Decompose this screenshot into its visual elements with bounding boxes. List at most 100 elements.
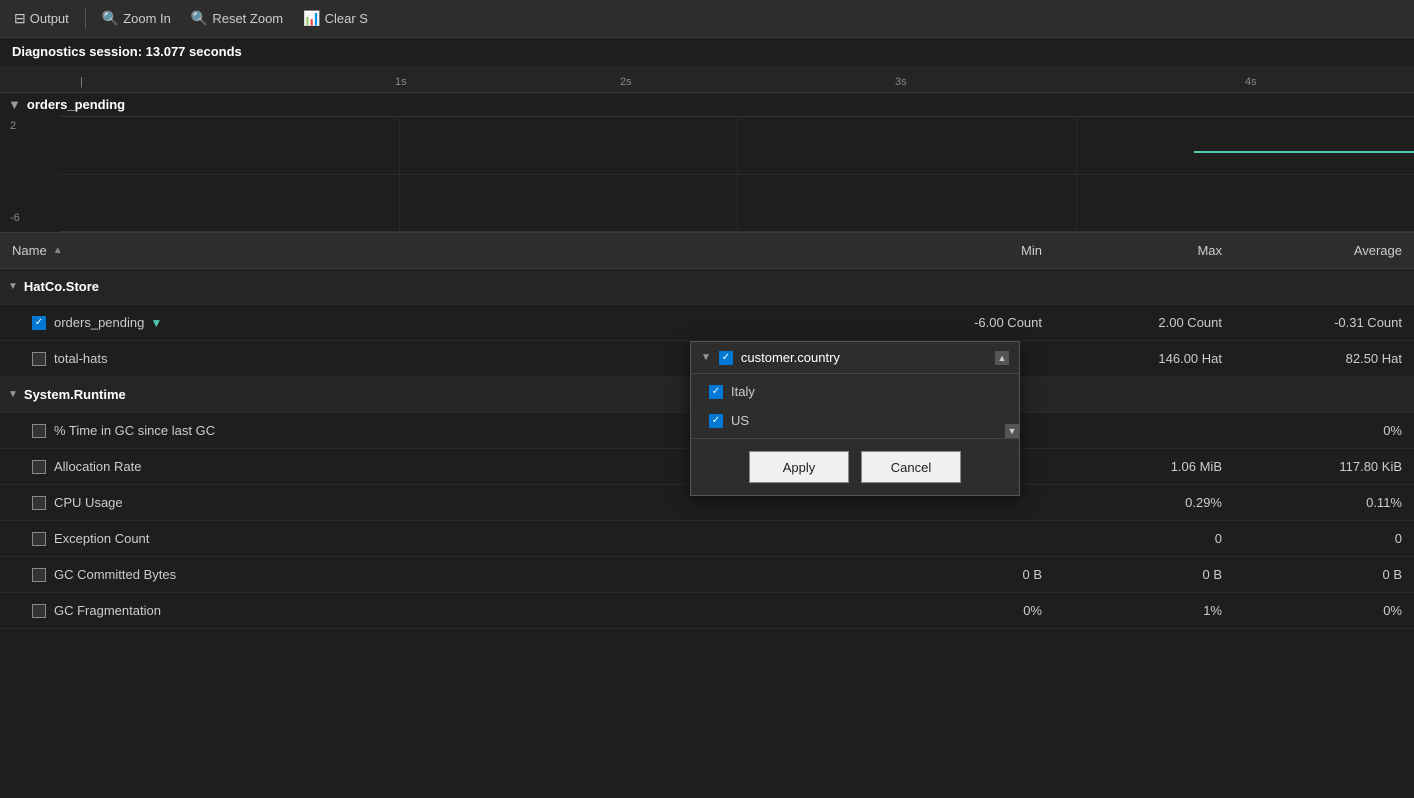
label-italy: Italy: [731, 384, 755, 399]
td-avg-gc-time: 0%: [1234, 423, 1414, 438]
diagnostics-label: Diagnostics session: 13.077 seconds: [0, 38, 1414, 65]
checkbox-gc-committed[interactable]: [32, 568, 46, 582]
group-hatco-triangle: ▼: [8, 281, 18, 292]
grid-vline-3: [1076, 116, 1077, 232]
row-label-cpu-usage: CPU Usage: [54, 495, 123, 510]
checkbox-gc-time[interactable]: [32, 424, 46, 438]
td-avg-gc-committed: 0 B: [1234, 567, 1414, 582]
popup-collapse-icon[interactable]: ▼: [701, 352, 711, 363]
chart-title: orders_pending: [27, 97, 125, 112]
checkbox-cpu-usage[interactable]: [32, 496, 46, 510]
reset-zoom-label: Reset Zoom: [212, 11, 283, 26]
clear-label: Clear S: [325, 11, 368, 26]
td-name-orders-pending: orders_pending ▼: [0, 315, 874, 330]
row-label-alloc-rate: Allocation Rate: [54, 459, 141, 474]
row-label-total-hats: total-hats: [54, 351, 107, 366]
zoom-in-label: Zoom In: [123, 11, 171, 26]
zoom-in-button[interactable]: 🔍 Zoom In: [96, 8, 177, 29]
list-item-us: US: [701, 409, 995, 432]
td-max-gc-committed: 0 B: [1054, 567, 1234, 582]
label-us: US: [731, 413, 749, 428]
clear-icon: 📊: [303, 10, 320, 27]
td-max-cpu-usage: 0.29%: [1054, 495, 1234, 510]
row-label-gc-committed: GC Committed Bytes: [54, 567, 176, 582]
th-min: Min: [874, 243, 1054, 258]
output-icon: ⊟: [14, 10, 26, 27]
tick-4s: 4s: [1245, 76, 1257, 88]
clear-button[interactable]: 📊 Clear S: [297, 8, 374, 29]
td-min-orders-pending: -6.00 Count: [874, 315, 1054, 330]
chart-area: ▼ orders_pending 2 -6: [0, 93, 1414, 233]
output-button[interactable]: ⊟ Output: [8, 8, 75, 29]
scrollbar-down-btn[interactable]: ▼: [1005, 424, 1019, 438]
td-max-alloc-rate: 1.06 MiB: [1054, 459, 1234, 474]
grid-vline-2: [737, 116, 738, 232]
list-item-italy: Italy: [701, 380, 995, 403]
td-name-gc-frag: GC Fragmentation: [0, 603, 874, 618]
toolbar: ⊟ Output 🔍 Zoom In 🔍 Reset Zoom 📊 Clear …: [0, 0, 1414, 38]
td-avg-total-hats: 82.50 Hat: [1234, 351, 1414, 366]
scrollbar-up-btn[interactable]: ▲: [995, 351, 1009, 365]
main-content: Name ▲ Min Max Average ▼ HatCo.Store ord…: [0, 233, 1414, 798]
checkbox-us[interactable]: [709, 414, 723, 428]
chart-data-line: [1194, 151, 1414, 153]
row-label-gc-time: % Time in GC since last GC: [54, 423, 215, 438]
chart-y-top: 2: [10, 120, 16, 132]
tick-2s: 2s: [620, 76, 632, 88]
popup-header: ▼ customer.country ▲: [691, 342, 1019, 374]
reset-zoom-icon: 🔍: [191, 10, 208, 27]
checkbox-exception-count[interactable]: [32, 532, 46, 546]
timeline-start: |: [80, 76, 83, 88]
table-row: GC Fragmentation 0% 1% 0%: [0, 593, 1414, 629]
table-header: Name ▲ Min Max Average: [0, 233, 1414, 269]
chart-header: ▼ orders_pending: [0, 93, 1414, 116]
td-max-gc-frag: 1%: [1054, 603, 1234, 618]
group-system-label: System.Runtime: [24, 387, 126, 402]
th-average: Average: [1234, 243, 1414, 258]
tick-3s: 3s: [895, 76, 907, 88]
checkbox-alloc-rate[interactable]: [32, 460, 46, 474]
separator-1: [85, 9, 86, 29]
td-name-exception-count: Exception Count: [0, 531, 874, 546]
row-label-exception-count: Exception Count: [54, 531, 149, 546]
td-name-cpu-usage: CPU Usage: [0, 495, 874, 510]
td-max-orders-pending: 2.00 Count: [1054, 315, 1234, 330]
filter-icon-orders-pending[interactable]: ▼: [150, 316, 162, 330]
apply-button[interactable]: Apply: [749, 451, 849, 483]
td-avg-orders-pending: -0.31 Count: [1234, 315, 1414, 330]
popup-header-label: customer.country: [741, 350, 840, 365]
th-name: Name ▲: [0, 243, 874, 258]
group-system-triangle: ▼: [8, 389, 18, 400]
group-hatco-label: HatCo.Store: [24, 279, 99, 294]
td-name-gc-committed: GC Committed Bytes: [0, 567, 874, 582]
group-hatco[interactable]: ▼ HatCo.Store: [0, 269, 1414, 305]
checkbox-italy[interactable]: [709, 385, 723, 399]
checkbox-orders-pending[interactable]: [32, 316, 46, 330]
grid-vline-1: [399, 116, 400, 232]
chart-collapse-icon[interactable]: ▼: [8, 97, 21, 112]
td-avg-alloc-rate: 117.80 KiB: [1234, 459, 1414, 474]
td-min-gc-frag: 0%: [874, 603, 1054, 618]
cancel-button[interactable]: Cancel: [861, 451, 961, 483]
td-max-total-hats: 146.00 Hat: [1054, 351, 1234, 366]
chart-y-bottom: -6: [10, 212, 20, 224]
popup-footer: Apply Cancel: [691, 438, 1019, 495]
tick-1s: 1s: [395, 76, 407, 88]
table-row: Exception Count 0 0: [0, 521, 1414, 557]
td-avg-gc-frag: 0%: [1234, 603, 1414, 618]
row-label-gc-frag: GC Fragmentation: [54, 603, 161, 618]
row-label-orders-pending: orders_pending: [54, 315, 144, 330]
td-min-gc-committed: 0 B: [874, 567, 1054, 582]
popup-list: Italy US ▼: [691, 374, 1019, 438]
filter-popup: ▼ customer.country ▲ Italy US ▼: [690, 341, 1020, 496]
sort-icon[interactable]: ▲: [53, 245, 63, 256]
reset-zoom-button[interactable]: 🔍 Reset Zoom: [185, 8, 289, 29]
checkbox-total-hats[interactable]: [32, 352, 46, 366]
td-avg-cpu-usage: 0.11%: [1234, 495, 1414, 510]
timeline: | 1s 2s 3s 4s: [0, 65, 1414, 93]
td-max-exception-count: 0: [1054, 531, 1234, 546]
td-avg-exception-count: 0: [1234, 531, 1414, 546]
th-max: Max: [1054, 243, 1234, 258]
checkbox-gc-frag[interactable]: [32, 604, 46, 618]
popup-header-checkbox[interactable]: [719, 351, 733, 365]
